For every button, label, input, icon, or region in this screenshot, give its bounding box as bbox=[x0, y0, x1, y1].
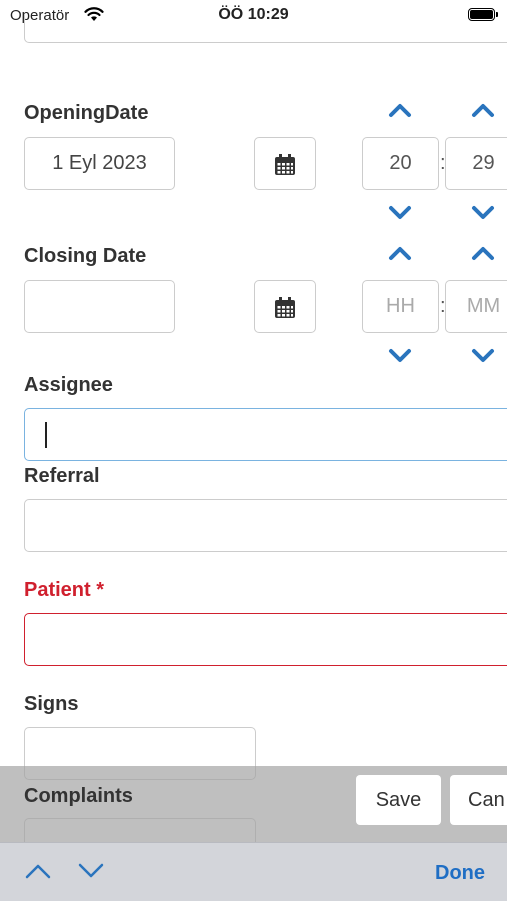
patient-input[interactable] bbox=[24, 613, 507, 666]
closing-minute-increment-chevron-up-icon[interactable] bbox=[471, 245, 495, 261]
opening-date-calendar-button[interactable] bbox=[254, 137, 316, 190]
save-button[interactable]: Save bbox=[356, 775, 441, 825]
opening-hour-increment-chevron-up-icon[interactable] bbox=[388, 102, 412, 118]
calendar-icon bbox=[275, 154, 295, 175]
closing-minute-input[interactable]: MM bbox=[445, 280, 507, 333]
referral-input[interactable] bbox=[24, 499, 507, 552]
opening-minute-increment-chevron-up-icon[interactable] bbox=[471, 102, 495, 118]
closing-date-input[interactable] bbox=[24, 280, 175, 333]
closing-hour-input[interactable]: HH bbox=[362, 280, 439, 333]
assignee-label: Assignee bbox=[24, 374, 113, 396]
opening-hour-input[interactable]: 20 bbox=[362, 137, 439, 190]
opening-hour-decrement-chevron-down-icon[interactable] bbox=[388, 205, 412, 221]
closing-hour-increment-chevron-up-icon[interactable] bbox=[388, 245, 412, 261]
complaints-label: Complaints bbox=[24, 785, 133, 807]
closing-minute-decrement-chevron-down-icon[interactable] bbox=[471, 348, 495, 364]
closing-hour-decrement-chevron-down-icon[interactable] bbox=[388, 348, 412, 364]
opening-date-input[interactable]: 1 Eyl 2023 bbox=[24, 137, 175, 190]
assignee-input[interactable] bbox=[24, 408, 507, 461]
done-button[interactable]: Done bbox=[435, 862, 485, 885]
closing-date-calendar-button[interactable] bbox=[254, 280, 316, 333]
opening-minute-decrement-chevron-down-icon[interactable] bbox=[471, 205, 495, 221]
text-cursor bbox=[45, 422, 47, 448]
referral-label: Referral bbox=[24, 465, 100, 487]
keyboard-accessory-bar: Done bbox=[0, 842, 507, 901]
patient-label: Patient * bbox=[24, 579, 105, 601]
opening-minute-input[interactable]: 29 bbox=[445, 137, 507, 190]
signs-label: Signs bbox=[24, 693, 79, 715]
closing-date-label: Closing Date bbox=[24, 245, 147, 267]
previous-field[interactable] bbox=[24, 14, 507, 43]
cancel-button[interactable]: Can bbox=[450, 775, 507, 825]
previous-field-chevron-up-icon[interactable] bbox=[25, 862, 51, 880]
next-field-chevron-down-icon[interactable] bbox=[78, 862, 104, 880]
opening-date-label: OpeningDate bbox=[24, 102, 149, 124]
calendar-icon bbox=[275, 297, 295, 318]
